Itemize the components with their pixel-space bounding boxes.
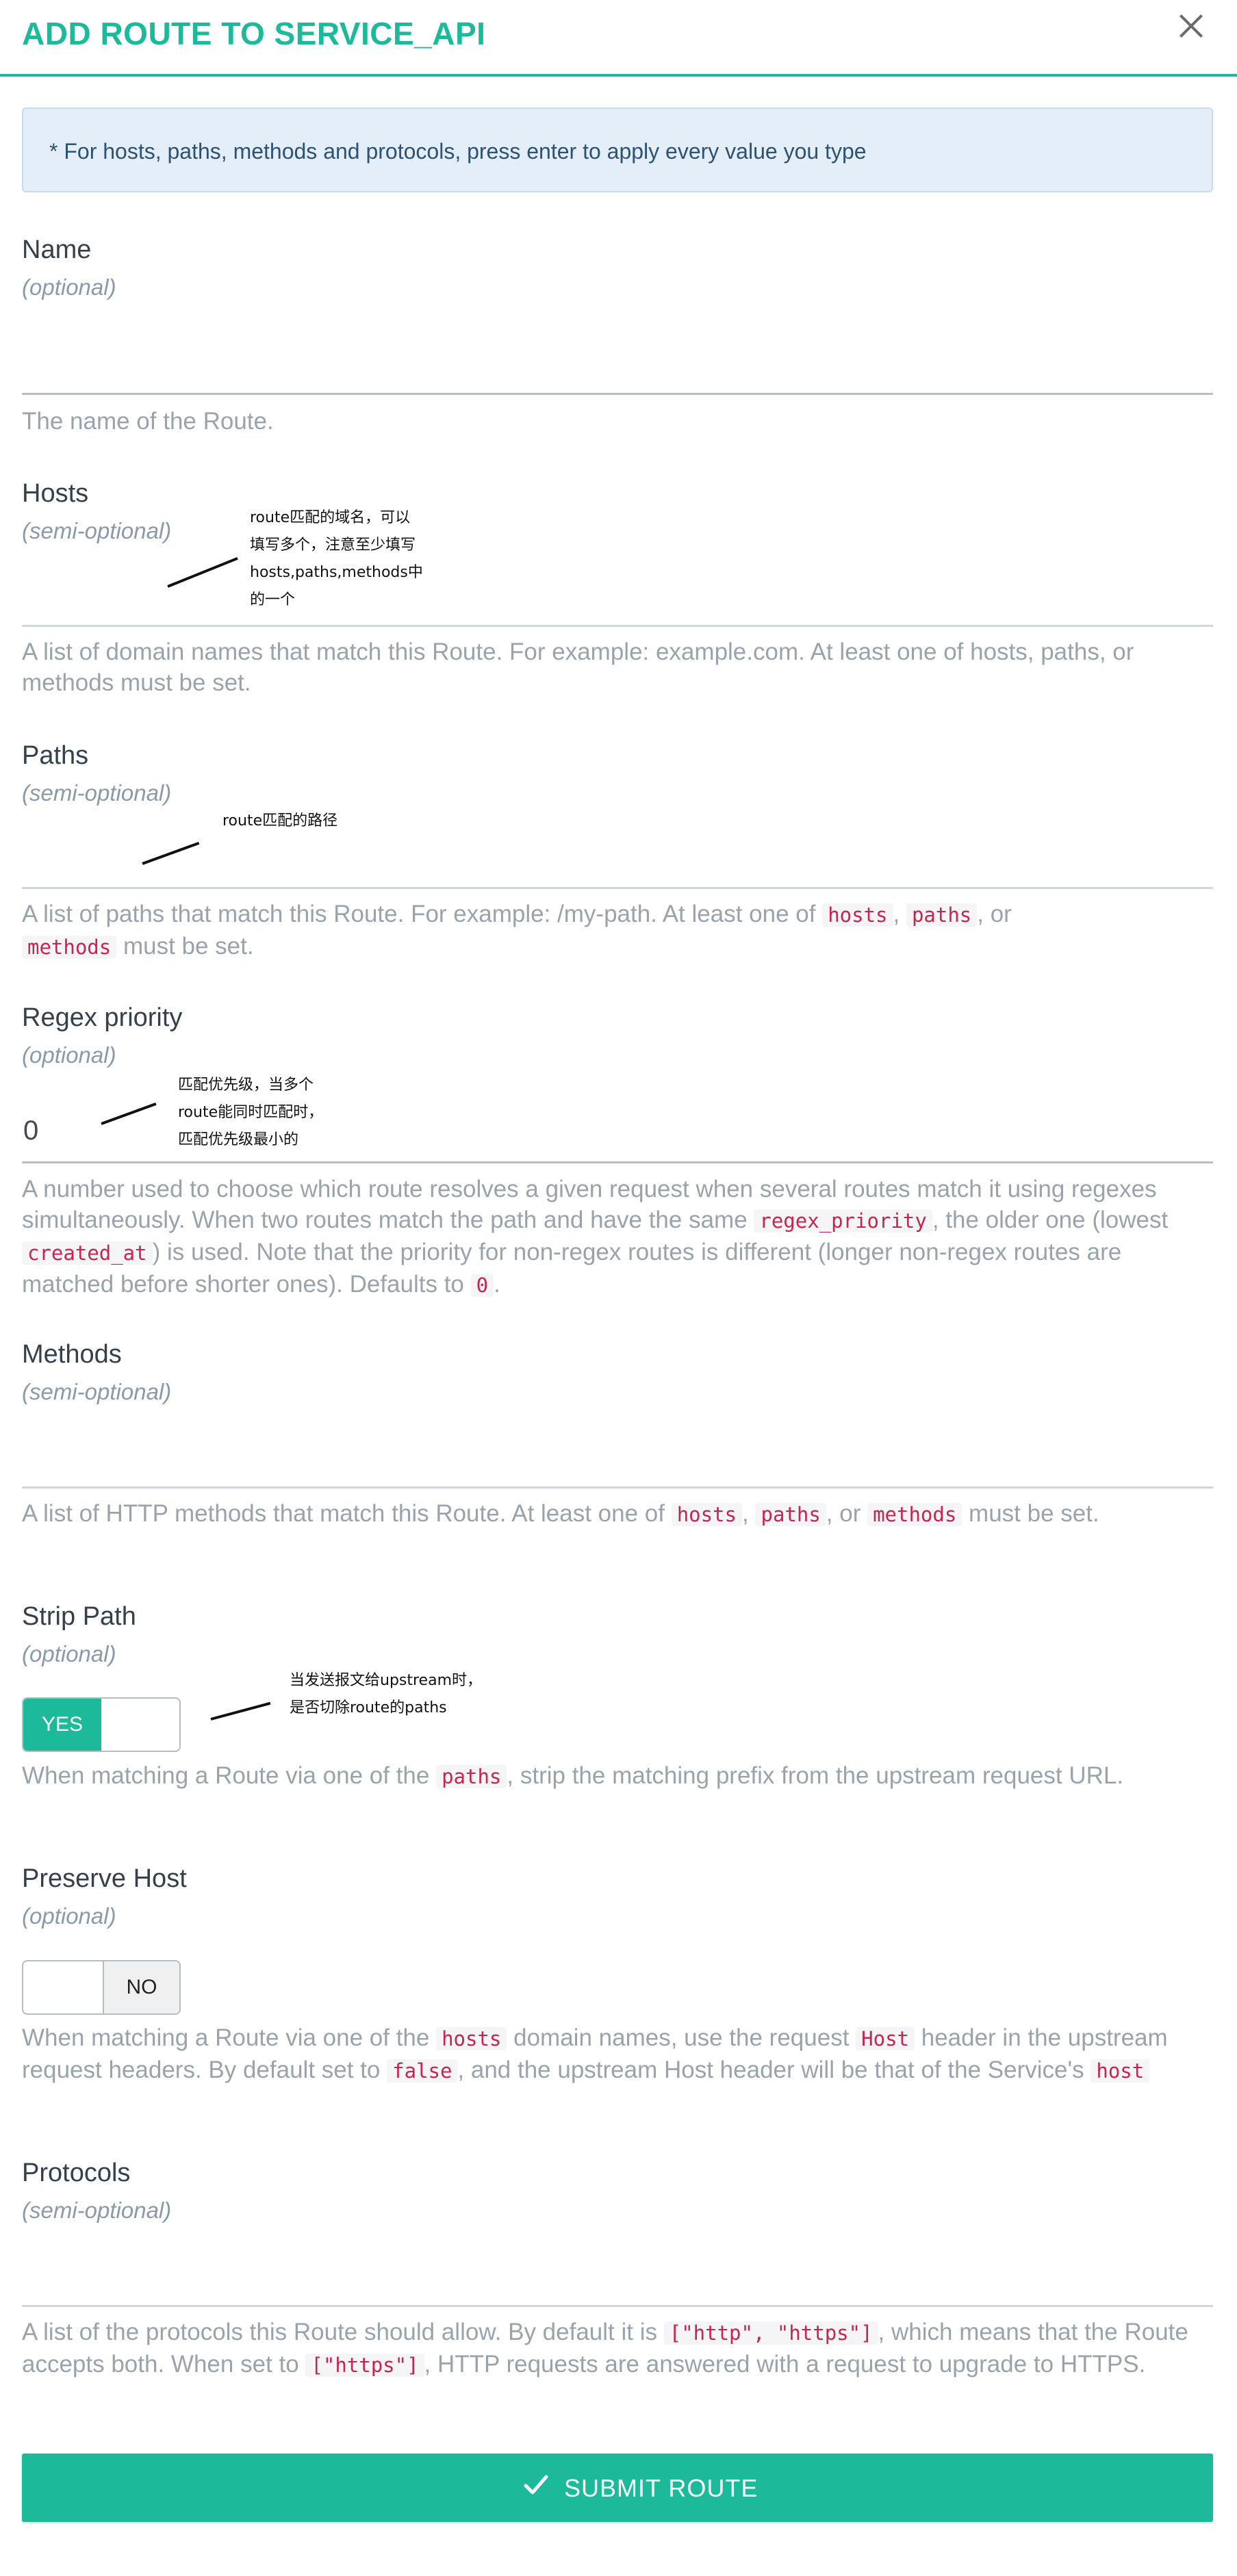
name-help: The name of the Route.: [22, 408, 274, 435]
strip-path-annotation: 当发送报文给upstream时， 是否切除route的paths: [290, 1672, 483, 1716]
preserve-host-toggle[interactable]: NO: [22, 1960, 181, 2015]
info-notice-text: * For hosts, paths, methods and protocol…: [49, 139, 867, 164]
strip-path-help: When matching a Route via one of the pat…: [22, 1762, 1124, 1789]
submit-route-label: SUBMIT ROUTE: [564, 2474, 758, 2502]
check-icon: [524, 2475, 548, 2495]
hosts-help: A list of domain names that match this R…: [22, 639, 1134, 696]
close-icon[interactable]: [1173, 8, 1209, 44]
regex-priority-qualifier: (optional): [22, 1042, 116, 1068]
methods-help: A list of HTTP methods that match this R…: [22, 1500, 1099, 1527]
hosts-input-underline: [22, 625, 1213, 627]
strip-path-qualifier: (optional): [22, 1641, 116, 1666]
methods-qualifier: (semi-optional): [22, 1379, 172, 1404]
paths-label: Paths: [22, 741, 89, 770]
paths-help: A list of paths that match this Route. F…: [22, 901, 1012, 959]
preserve-host-help: When matching a Route via one of the hos…: [22, 2024, 1168, 2083]
methods-label: Methods: [22, 1340, 122, 1369]
protocols-input-underline: [22, 2305, 1213, 2307]
name-input-underline: [22, 393, 1213, 395]
regex-priority-annotation-stroke: [101, 1103, 157, 1125]
regex-priority-input-underline: [22, 1161, 1213, 1163]
regex-priority-input[interactable]: 0: [23, 1116, 38, 1146]
preserve-host-qualifier: (optional): [22, 1903, 116, 1929]
regex-priority-help: A number used to choose which route reso…: [22, 1176, 1169, 1298]
paths-input-underline: [22, 887, 1213, 889]
hosts-qualifier: (semi-optional): [22, 518, 172, 543]
hosts-annotation: route匹配的域名，可以 填写多个，注意至少填写 hosts,paths,me…: [250, 509, 423, 608]
strip-path-toggle-yes: YES: [23, 1699, 101, 1751]
info-notice: * For hosts, paths, methods and protocol…: [22, 107, 1213, 192]
hosts-label: Hosts: [22, 479, 89, 508]
name-qualifier: (optional): [22, 274, 116, 300]
modal-title: ADD ROUTE TO SERVICE_API: [22, 16, 486, 51]
preserve-host-toggle-no: NO: [103, 1961, 179, 2013]
strip-path-label: Strip Path: [22, 1602, 136, 1631]
paths-annotation: route匹配的路径: [222, 812, 338, 829]
preserve-host-label: Preserve Host: [22, 1864, 187, 1893]
paths-qualifier: (semi-optional): [22, 780, 172, 806]
hosts-annotation-stroke: [167, 556, 238, 588]
strip-path-toggle[interactable]: YES: [22, 1697, 181, 1752]
strip-path-annotation-stroke: [210, 1701, 271, 1721]
protocols-label: Protocols: [22, 2159, 131, 2187]
submit-route-button[interactable]: SUBMIT ROUTE: [22, 2453, 1213, 2522]
methods-input-underline: [22, 1486, 1213, 1489]
name-label: Name: [22, 235, 92, 264]
protocols-qualifier: (semi-optional): [22, 2198, 172, 2223]
regex-priority-annotation: 匹配优先级，当多个 route能同时匹配时， 匹配优先级最小的: [178, 1077, 324, 1148]
regex-priority-label: Regex priority: [22, 1003, 183, 1032]
paths-annotation-stroke: [142, 842, 200, 865]
protocols-help: A list of the protocols this Route shoul…: [22, 2319, 1188, 2378]
modal-header: ADD ROUTE TO SERVICE_API: [0, 0, 1237, 77]
